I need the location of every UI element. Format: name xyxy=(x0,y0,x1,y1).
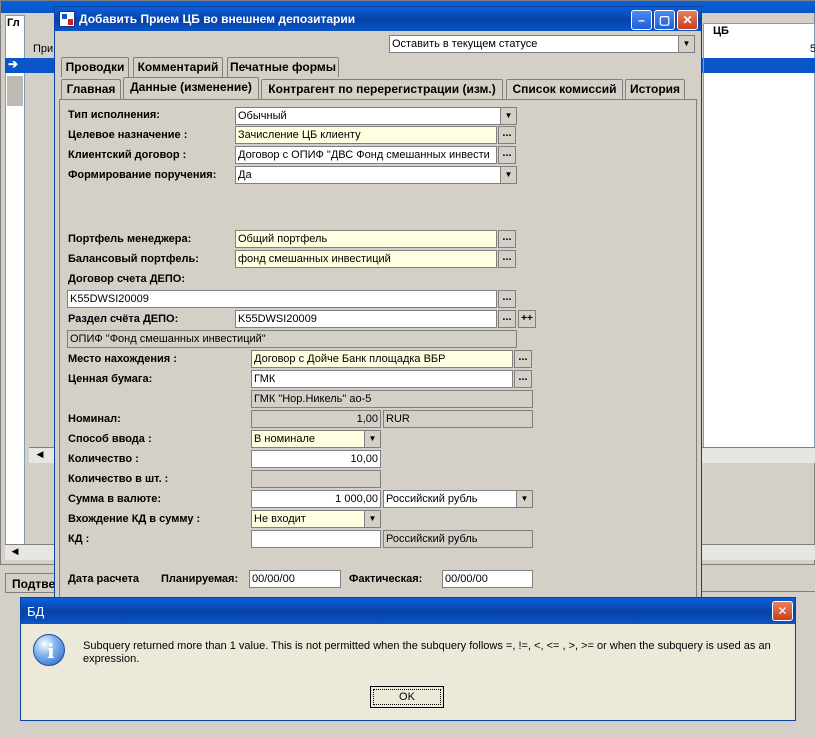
label-balance-portfolio: Балансовый портфель: xyxy=(68,253,199,265)
tab-comment[interactable]: Комментарий xyxy=(133,57,223,77)
balance-portfolio-ellipsis-button[interactable]: ... xyxy=(498,250,516,268)
dialog-message: Subquery returned more than 1 value. Thi… xyxy=(83,640,771,665)
label-exec-type: Тип исполнения: xyxy=(68,109,160,121)
label-input-method: Способ ввода : xyxy=(68,433,152,445)
depo-contract-ellipsis-button[interactable]: ... xyxy=(498,290,516,308)
nominal-currency: RUR xyxy=(383,410,533,428)
scroll-left-bottom-icon[interactable]: ◀ xyxy=(8,546,22,558)
ok-button[interactable]: OK xyxy=(370,686,444,708)
security-full-name: ГМК "Нор.Никель" ао-5 xyxy=(251,390,533,408)
kd-included-select[interactable]: Не входит ▼ xyxy=(251,510,381,528)
depo-section-ellipsis-button[interactable]: ... xyxy=(498,310,516,328)
manager-portfolio-field[interactable]: Общий портфель xyxy=(235,230,497,248)
dialog-close-button[interactable]: ✕ xyxy=(772,601,793,621)
exec-type-select[interactable]: Обычный ▼ xyxy=(235,107,517,125)
label-nominal: Номинал: xyxy=(68,413,121,425)
location-ellipsis-button[interactable]: ... xyxy=(514,350,532,368)
security-field[interactable]: ГМК xyxy=(251,370,513,388)
label-amount: Сумма в валюте: xyxy=(68,493,162,505)
info-icon: i xyxy=(33,634,65,666)
kd-currency: Российский рубль xyxy=(383,530,533,548)
quantity-field[interactable]: 10,00 xyxy=(251,450,381,468)
label-kd-included: Вхождение КД в сумму : xyxy=(68,513,201,525)
label-purpose: Целевое назначение : xyxy=(68,129,188,141)
label-order-forming: Формирование поручения: xyxy=(68,169,217,181)
order-forming-select[interactable]: Да ▼ xyxy=(235,166,517,184)
label-kd: КД : xyxy=(68,533,90,545)
bg-right-selected xyxy=(704,58,815,73)
client-contract-field[interactable]: Договор с ОПИФ "ДВС Фонд смешанных инвес… xyxy=(235,146,497,164)
tab-history[interactable]: История xyxy=(625,79,685,99)
selected-row-arrow-icon: ➔ xyxy=(8,57,19,71)
exec-type-value: Обычный xyxy=(238,110,287,122)
tab-data-edit[interactable]: Данные (изменение) xyxy=(123,77,259,99)
planned-date-field[interactable]: 00/00/00 xyxy=(249,570,341,588)
client-contract-ellipsis-button[interactable]: ... xyxy=(498,146,516,164)
amount-currency-value: Российский рубль xyxy=(386,493,478,505)
scroll-left-icon[interactable]: ◀ xyxy=(33,449,47,461)
error-dialog: БД ✕ i Subquery returned more than 1 val… xyxy=(20,597,796,721)
tab-counterparty[interactable]: Контрагент по перерегистрации (изм.) xyxy=(261,79,503,99)
form-titlebar[interactable]: Добавить Прием ЦБ во внешнем депозитарии… xyxy=(55,7,701,31)
tab-main[interactable]: Главная xyxy=(61,79,121,99)
dialog-titlebar[interactable]: БД ✕ xyxy=(21,598,795,624)
maximize-button[interactable]: ▢ xyxy=(654,10,675,30)
location-field[interactable]: Договор с Дойче Банк площадка ВБР xyxy=(251,350,513,368)
label-location: Место нахождения : xyxy=(68,353,177,365)
depo-contract-field[interactable]: K55DWSI20009 xyxy=(67,290,497,308)
tab-provodki[interactable]: Проводки xyxy=(61,57,129,77)
amount-currency-select[interactable]: Российский рубль ▼ xyxy=(383,490,533,508)
purpose-field[interactable]: Зачисление ЦБ клиенту xyxy=(235,126,497,144)
chevron-down-icon[interactable]: ▼ xyxy=(500,108,516,124)
chevron-down-icon[interactable]: ▼ xyxy=(364,511,380,527)
chevron-down-icon[interactable]: ▼ xyxy=(364,431,380,447)
bg-col-header-cb: ЦБ xyxy=(713,25,729,37)
minimize-button[interactable]: – xyxy=(631,10,652,30)
actual-date-field[interactable]: 00/00/00 xyxy=(442,570,533,588)
close-button[interactable]: ✕ xyxy=(677,10,698,30)
bg-row-right-digit: 5 xyxy=(810,43,815,55)
label-quantity-pcs: Количество в шт. : xyxy=(68,473,169,485)
bg-col-header-left: Гл xyxy=(7,17,20,29)
depo-owner-field: ОПИФ "Фонд смешанных инвестиций" xyxy=(67,330,517,348)
nominal-field: 1,00 xyxy=(251,410,381,428)
label-quantity: Количество : xyxy=(68,453,139,465)
label-manager-portfolio: Портфель менеджера: xyxy=(68,233,192,245)
amount-field[interactable]: 1 000,00 xyxy=(251,490,381,508)
kd-field[interactable] xyxy=(251,530,381,548)
label-planned: Планируемая: xyxy=(161,573,239,585)
order-forming-value: Да xyxy=(238,169,252,181)
bg-grid-right[interactable] xyxy=(703,23,815,463)
purpose-ellipsis-button[interactable]: ... xyxy=(498,126,516,144)
label-depo-section: Раздел счёта ДЕПО: xyxy=(68,313,179,325)
status-select-value: Оставить в текущем статусе xyxy=(392,38,538,50)
chevron-down-icon[interactable]: ▼ xyxy=(678,36,694,52)
manager-portfolio-ellipsis-button[interactable]: ... xyxy=(498,230,516,248)
input-method-select[interactable]: В номинале ▼ xyxy=(251,430,381,448)
bg-row-1[interactable]: При xyxy=(33,43,53,55)
status-select[interactable]: Оставить в текущем статусе ▼ xyxy=(389,35,695,53)
depo-section-field[interactable]: K55DWSI20009 xyxy=(235,310,497,328)
kd-included-value: Не входит xyxy=(254,513,306,525)
depo-section-add-button[interactable]: ++ xyxy=(518,310,536,328)
quantity-pcs-field xyxy=(251,470,381,488)
tab-commissions[interactable]: Список комиссий xyxy=(506,79,623,99)
bg-status-tab[interactable]: Подтве xyxy=(5,573,57,593)
chevron-down-icon[interactable]: ▼ xyxy=(516,491,532,507)
tab-print-forms[interactable]: Печатные формы xyxy=(227,57,339,77)
label-security: Ценная бумага: xyxy=(68,373,153,385)
label-client-contract: Клиентский договор : xyxy=(68,149,187,161)
balance-portfolio-field[interactable]: фонд смешанных инвестиций xyxy=(235,250,497,268)
security-ellipsis-button[interactable]: ... xyxy=(514,370,532,388)
label-actual: Фактическая: xyxy=(349,573,423,585)
form-window: Добавить Прием ЦБ во внешнем депозитарии… xyxy=(54,6,702,606)
form-title: Добавить Прием ЦБ во внешнем депозитарии xyxy=(79,12,356,26)
app-logo-icon xyxy=(59,11,75,27)
dialog-title: БД xyxy=(27,604,45,619)
chevron-down-icon[interactable]: ▼ xyxy=(500,167,516,183)
label-depo-contract: Договор счета ДЕПО: xyxy=(68,273,186,285)
input-method-value: В номинале xyxy=(254,433,316,445)
label-settle-date: Дата расчета xyxy=(68,573,140,585)
bg-gray-rows xyxy=(7,76,23,106)
